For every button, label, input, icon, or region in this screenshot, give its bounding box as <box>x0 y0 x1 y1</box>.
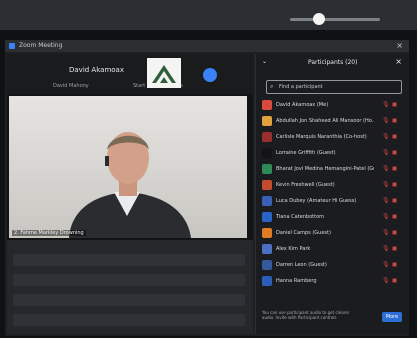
participant-name: Hanna Ramberg <box>276 278 317 284</box>
organization-logo <box>147 58 181 88</box>
chevron-down-icon[interactable]: ⌄ <box>262 58 267 65</box>
volume-slider-track[interactable] <box>290 18 380 21</box>
mic-muted-icon[interactable]: 🎙 <box>382 229 390 236</box>
stage-row <box>13 294 245 306</box>
mic-muted-icon[interactable]: 🎙 <box>382 181 390 188</box>
more-button[interactable]: More <box>382 312 402 322</box>
mic-muted-icon[interactable]: 🎙 <box>382 133 390 140</box>
stage-row <box>13 314 245 326</box>
mic-muted-icon[interactable]: 🎙 <box>382 245 390 252</box>
video-player-top-bar <box>0 0 417 30</box>
participant-avatar <box>262 276 272 286</box>
mic-muted-icon[interactable]: 🎙 <box>382 117 390 124</box>
camera-off-icon[interactable]: ◼ <box>392 245 397 252</box>
zoom-meeting-window: Zoom Meeting × David Akamoax David Mahon… <box>5 40 409 336</box>
participant-avatar <box>262 100 272 110</box>
camera-off-icon[interactable]: ◼ <box>392 181 397 188</box>
camera-off-icon[interactable]: ◼ <box>392 229 397 236</box>
participant-row[interactable]: Carlisle Marquis Naranthia (Co-host) 🎙 ◼ <box>260 130 406 146</box>
close-icon[interactable]: × <box>396 41 403 50</box>
camera-off-icon[interactable]: ◼ <box>392 133 397 140</box>
more-button-label: More <box>385 314 399 320</box>
mic-muted-icon[interactable]: 🎙 <box>382 197 390 204</box>
title-bar: Zoom Meeting × <box>5 40 409 52</box>
camera-off-icon[interactable]: ◼ <box>392 117 397 124</box>
participant-name: Carlisle Marquis Naranthia (Co-host) <box>276 134 367 140</box>
participant-row[interactable]: Alex Kim Park 🎙 ◼ <box>260 242 406 258</box>
stage-row <box>13 254 245 266</box>
participant-row[interactable]: Abdullah Jon Shaheed Ali Mansoor (Ho...)… <box>260 114 406 130</box>
participant-name: Lorraine Griffith (Guest) <box>276 150 336 156</box>
participant-avatar <box>262 196 272 206</box>
participant-row[interactable]: Kevin Freshwell (Guest) 🎙 ◼ <box>260 178 406 194</box>
participant-avatar <box>262 164 272 174</box>
participant-avatar <box>262 132 272 142</box>
participant-avatar <box>262 244 272 254</box>
video-participant-label: 2. Fahme Markley Drowning <box>12 230 86 236</box>
search-placeholder: Find a participant <box>279 84 323 90</box>
volume-slider-knob[interactable] <box>313 13 325 25</box>
footer-line: audio. Invite with Participant controls <box>262 315 337 320</box>
speaker-strip: David Akamoax David Mahony Start co-Ho a… <box>7 54 253 94</box>
mic-muted-icon[interactable]: 🎙 <box>382 101 390 108</box>
search-icon: ⌕ <box>270 83 274 90</box>
participant-name: David Akamoax (Me) <box>276 102 329 108</box>
participant-name: Darren Leon (Guest) <box>276 262 327 268</box>
participants-title: Participants (20) <box>308 59 358 66</box>
close-panel-icon[interactable]: × <box>395 57 402 66</box>
lower-stage-area <box>7 240 253 334</box>
participant-search-input[interactable]: ⌕ Find a participant <box>266 80 402 94</box>
participant-name: Alex Kim Park <box>276 246 311 252</box>
camera-off-icon[interactable]: ◼ <box>392 149 397 156</box>
participant-name: Kevin Freshwell (Guest) <box>276 182 335 188</box>
participant-avatar <box>262 180 272 190</box>
speaker-subtitle-left: David Mahony <box>53 83 89 89</box>
camera-off-icon[interactable]: ◼ <box>392 277 397 284</box>
participant-name: Tiana Catenbottom <box>276 214 325 220</box>
monitor-bezel: Zoom Meeting × David Akamoax David Mahon… <box>0 0 417 338</box>
participants-panel: ⌄ Participants (20) × ⌕ Find a participa… <box>255 54 408 334</box>
participant-row[interactable]: Tiana Catenbottom 🎙 ◼ <box>260 210 406 226</box>
camera-off-icon[interactable]: ◼ <box>392 213 397 220</box>
participant-video[interactable]: 2. Fahme Markley Drowning <box>9 96 247 238</box>
stage-row <box>13 274 245 286</box>
participant-row[interactable]: Hanna Ramberg 🎙 ◼ <box>260 274 406 290</box>
window-title: Zoom Meeting <box>19 42 63 49</box>
participant-row[interactable]: Luca Dubey (Amateur Hi Guess) 🎙 ◼ <box>260 194 406 210</box>
participant-avatar <box>262 212 272 222</box>
participant-name: Bharat Jovi Medina Hemangini-Patel (Gues… <box>276 166 374 172</box>
participant-list: David Akamoax (Me) 🎙 ◼ Abdullah Jon Shahee… <box>260 98 406 290</box>
participant-avatar <box>262 148 272 158</box>
participant-row[interactable]: David Akamoax (Me) 🎙 ◼ <box>260 98 406 114</box>
mic-muted-icon[interactable]: 🎙 <box>382 213 390 220</box>
participants-header: ⌄ Participants (20) × <box>256 54 408 70</box>
camera-off-icon[interactable]: ◼ <box>392 197 397 204</box>
participant-avatar <box>262 228 272 238</box>
camera-off-icon[interactable]: ◼ <box>392 165 397 172</box>
mic-muted-icon[interactable]: 🎙 <box>382 165 390 172</box>
person-video-frame <box>69 132 191 238</box>
speaker-name: David Akamoax <box>69 66 124 74</box>
camera-off-icon[interactable]: ◼ <box>392 261 397 268</box>
participant-row[interactable]: Darren Leon (Guest) 🎙 ◼ <box>260 258 406 274</box>
participant-name: Luca Dubey (Amateur Hi Guess) <box>276 198 357 204</box>
zoom-app-icon <box>9 43 15 49</box>
participant-row[interactable]: Lorraine Griffith (Guest) 🎙 ◼ <box>260 146 406 162</box>
speaker-avatar[interactable] <box>203 68 217 82</box>
panel-footer-text: You can use participant audio to get cle… <box>262 310 372 320</box>
participant-row[interactable]: Daniel Camps (Guest) 🎙 ◼ <box>260 226 406 242</box>
mic-muted-icon[interactable]: 🎙 <box>382 261 390 268</box>
participant-name: Daniel Camps (Guest) <box>276 230 331 236</box>
meeting-stage: David Akamoax David Mahony Start co-Ho a… <box>7 54 253 334</box>
mic-muted-icon[interactable]: 🎙 <box>382 277 390 284</box>
participant-row[interactable]: Bharat Jovi Medina Hemangini-Patel (Gues… <box>260 162 406 178</box>
participant-avatar <box>262 260 272 270</box>
camera-off-icon[interactable]: ◼ <box>392 101 397 108</box>
participant-name: Abdullah Jon Shaheed Ali Mansoor (Ho...)… <box>276 118 374 124</box>
participant-avatar <box>262 116 272 126</box>
mic-muted-icon[interactable]: 🎙 <box>382 149 390 156</box>
